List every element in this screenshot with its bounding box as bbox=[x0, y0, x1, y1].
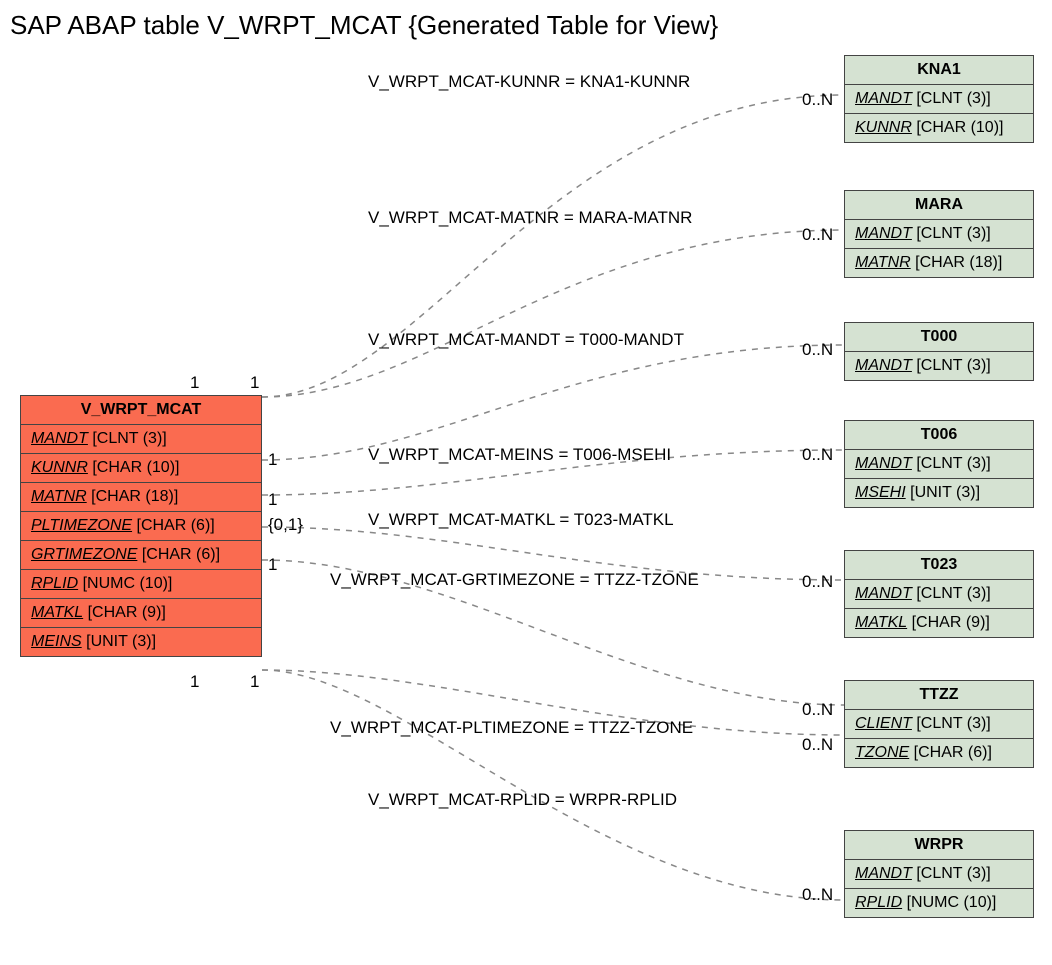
entity-header: KNA1 bbox=[845, 56, 1033, 85]
relation-label: V_WRPT_MCAT-RPLID = WRPR-RPLID bbox=[368, 790, 677, 810]
entity-field: MANDT [CLNT (3)] bbox=[845, 85, 1033, 114]
entity-main-field: GRTIMEZONE [CHAR (6)] bbox=[21, 541, 261, 570]
relation-label: V_WRPT_MCAT-MATNR = MARA-MATNR bbox=[368, 208, 692, 228]
cardinality: 0..N bbox=[802, 572, 833, 592]
relation-label: V_WRPT_MCAT-PLTIMEZONE = TTZZ-TZONE bbox=[330, 718, 693, 738]
entity-field: TZONE [CHAR (6)] bbox=[845, 739, 1033, 767]
cardinality: 0..N bbox=[802, 445, 833, 465]
cardinality: 1 bbox=[268, 555, 277, 575]
cardinality: 0..N bbox=[802, 700, 833, 720]
entity-field: MANDT [CLNT (3)] bbox=[845, 860, 1033, 889]
entity-header: MARA bbox=[845, 191, 1033, 220]
entity-main-field: RPLID [NUMC (10)] bbox=[21, 570, 261, 599]
entity-main-field: MANDT [CLNT (3)] bbox=[21, 425, 261, 454]
relation-label: V_WRPT_MCAT-KUNNR = KNA1-KUNNR bbox=[368, 72, 690, 92]
cardinality: 0..N bbox=[802, 90, 833, 110]
entity-header: TTZZ bbox=[845, 681, 1033, 710]
entity-field: KUNNR [CHAR (10)] bbox=[845, 114, 1033, 142]
entity-main-field: MATKL [CHAR (9)] bbox=[21, 599, 261, 628]
entity-field: CLIENT [CLNT (3)] bbox=[845, 710, 1033, 739]
entity-main-field: PLTIMEZONE [CHAR (6)] bbox=[21, 512, 261, 541]
cardinality: 1 bbox=[250, 373, 259, 393]
entity-field: MANDT [CLNT (3)] bbox=[845, 450, 1033, 479]
cardinality: 1 bbox=[250, 672, 259, 692]
cardinality: 0..N bbox=[802, 340, 833, 360]
entity-header: T006 bbox=[845, 421, 1033, 450]
entity-header: T023 bbox=[845, 551, 1033, 580]
cardinality: 1 bbox=[268, 450, 277, 470]
entity-main-header: V_WRPT_MCAT bbox=[21, 396, 261, 425]
entity-field: MANDT [CLNT (3)] bbox=[845, 352, 1033, 380]
page-title: SAP ABAP table V_WRPT_MCAT {Generated Ta… bbox=[10, 10, 718, 41]
entity-header: WRPR bbox=[845, 831, 1033, 860]
entity-field: MSEHI [UNIT (3)] bbox=[845, 479, 1033, 507]
entity-field: MATKL [CHAR (9)] bbox=[845, 609, 1033, 637]
entity-field: MANDT [CLNT (3)] bbox=[845, 580, 1033, 609]
entity-kna1: KNA1 MANDT [CLNT (3)] KUNNR [CHAR (10)] bbox=[844, 55, 1034, 143]
relation-label: V_WRPT_MCAT-MANDT = T000-MANDT bbox=[368, 330, 684, 350]
entity-field: RPLID [NUMC (10)] bbox=[845, 889, 1033, 917]
entity-ttzz: TTZZ CLIENT [CLNT (3)] TZONE [CHAR (6)] bbox=[844, 680, 1034, 768]
entity-field: MATNR [CHAR (18)] bbox=[845, 249, 1033, 277]
relation-label: V_WRPT_MCAT-MEINS = T006-MSEHI bbox=[368, 445, 671, 465]
entity-t000: T000 MANDT [CLNT (3)] bbox=[844, 322, 1034, 381]
cardinality: 0..N bbox=[802, 735, 833, 755]
entity-main-field: MEINS [UNIT (3)] bbox=[21, 628, 261, 656]
cardinality: 0..N bbox=[802, 225, 833, 245]
entity-t023: T023 MANDT [CLNT (3)] MATKL [CHAR (9)] bbox=[844, 550, 1034, 638]
cardinality: 1 bbox=[268, 490, 277, 510]
entity-wrpr: WRPR MANDT [CLNT (3)] RPLID [NUMC (10)] bbox=[844, 830, 1034, 918]
entity-field: MANDT [CLNT (3)] bbox=[845, 220, 1033, 249]
entity-main: V_WRPT_MCAT MANDT [CLNT (3)] KUNNR [CHAR… bbox=[20, 395, 262, 657]
relation-label: V_WRPT_MCAT-GRTIMEZONE = TTZZ-TZONE bbox=[330, 570, 699, 590]
cardinality: 1 bbox=[190, 373, 199, 393]
entity-main-field: KUNNR [CHAR (10)] bbox=[21, 454, 261, 483]
entity-mara: MARA MANDT [CLNT (3)] MATNR [CHAR (18)] bbox=[844, 190, 1034, 278]
entity-t006: T006 MANDT [CLNT (3)] MSEHI [UNIT (3)] bbox=[844, 420, 1034, 508]
entity-header: T000 bbox=[845, 323, 1033, 352]
cardinality: 0..N bbox=[802, 885, 833, 905]
cardinality: 1 bbox=[190, 672, 199, 692]
relation-label: V_WRPT_MCAT-MATKL = T023-MATKL bbox=[368, 510, 674, 530]
cardinality: {0,1} bbox=[268, 515, 303, 535]
entity-main-field: MATNR [CHAR (18)] bbox=[21, 483, 261, 512]
